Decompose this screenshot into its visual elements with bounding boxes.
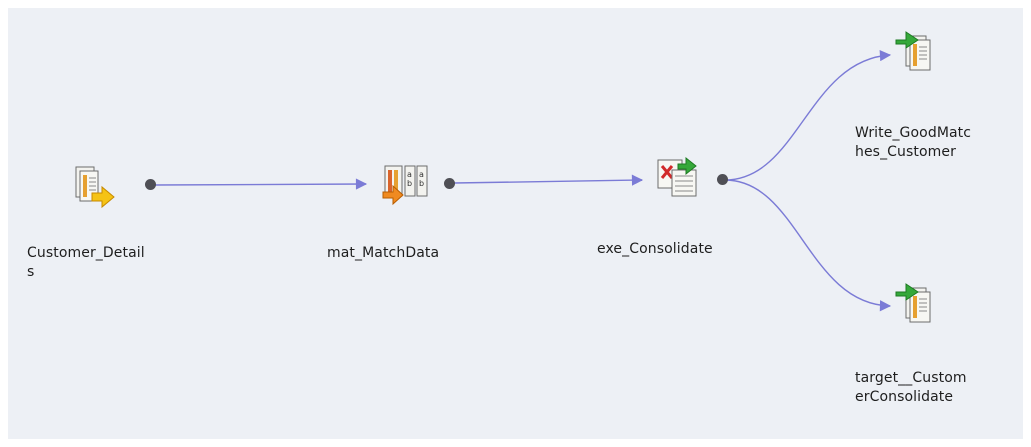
output-port[interactable] bbox=[717, 174, 728, 185]
mapping-editor-canvas[interactable]: Customer_Detail s a b a b mat_MatchData bbox=[8, 8, 1023, 439]
svg-text:a: a bbox=[419, 170, 424, 179]
write-data-object-icon[interactable] bbox=[892, 278, 940, 326]
node-label: exe_Consolidate bbox=[597, 241, 713, 257]
svg-text:b: b bbox=[407, 179, 412, 188]
link-consolidate-to-target-consolidate[interactable] bbox=[724, 179, 892, 312]
output-port[interactable] bbox=[444, 178, 455, 189]
node-label: Write_GoodMatc hes_Customer bbox=[855, 125, 972, 160]
write-data-object-icon[interactable] bbox=[892, 26, 940, 74]
link-match-to-consolidate[interactable] bbox=[453, 174, 644, 186]
read-data-object-icon[interactable] bbox=[70, 163, 118, 211]
svg-text:b: b bbox=[419, 179, 424, 188]
consolidation-transformation-icon[interactable] bbox=[654, 152, 702, 200]
svg-text:a: a bbox=[407, 170, 412, 179]
node-label: Customer_Detail s bbox=[27, 245, 145, 280]
link-customer-details-to-match[interactable] bbox=[154, 178, 368, 190]
node-label: mat_MatchData bbox=[327, 245, 440, 261]
output-port[interactable] bbox=[145, 179, 156, 190]
node-label: target__Custom erConsolidate bbox=[855, 370, 967, 405]
match-transformation-icon[interactable]: a b a b bbox=[381, 160, 429, 208]
